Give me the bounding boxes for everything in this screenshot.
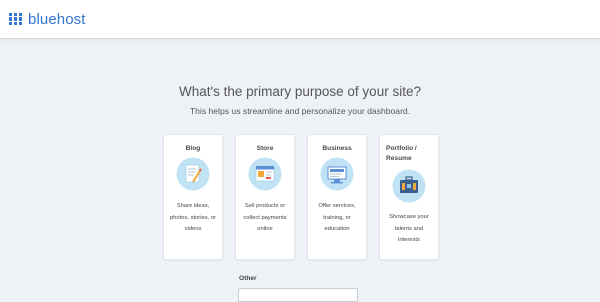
purpose-card-store[interactable]: Store Sell products or collect payments …: [235, 134, 295, 260]
bluehost-logo[interactable]: bluehost: [9, 10, 86, 28]
purpose-card-portfolio[interactable]: Portfolio / Resume Showcase your talents…: [379, 134, 439, 260]
purpose-card-business[interactable]: Business Offer services, training, or ed…: [307, 134, 367, 260]
portfolio-icon: [392, 169, 426, 203]
purpose-card-blog[interactable]: Blog Share ideas, photos, stories, or vi…: [163, 134, 223, 260]
other-label: Other: [239, 275, 257, 282]
blog-icon: [176, 157, 210, 191]
page-headline: What's the primary purpose of your site?: [179, 84, 421, 99]
page-subheadline: This helps us streamline and personalize…: [189, 106, 411, 116]
card-description: Share ideas, photos, stories, or videos: [169, 203, 217, 232]
card-description: Sell products or collect payments online: [243, 203, 287, 232]
logo-text: bluehost: [28, 10, 86, 28]
card-title: Blog: [185, 145, 201, 152]
card-title: Portfolio / Resume: [386, 145, 417, 162]
card-description: Offer services, training, or education: [318, 203, 356, 232]
card-description: Showcase your talents and interests: [389, 214, 429, 243]
card-title: Business: [322, 145, 352, 152]
business-icon: [320, 157, 354, 191]
card-title: Store: [256, 145, 274, 152]
other-input[interactable]: [238, 288, 358, 302]
top-header: bluehost: [0, 0, 600, 39]
store-icon: [248, 157, 282, 191]
logo-grid-icon: [9, 12, 22, 26]
